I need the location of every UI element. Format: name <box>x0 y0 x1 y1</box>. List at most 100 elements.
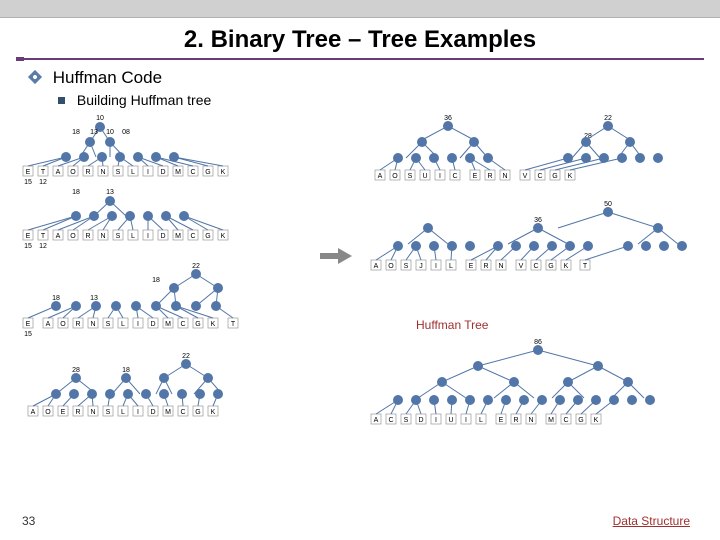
svg-text:I: I <box>439 173 441 180</box>
svg-text:O: O <box>388 263 394 270</box>
svg-text:S: S <box>408 173 413 180</box>
svg-text:10: 10 <box>106 129 114 136</box>
svg-text:A: A <box>374 263 379 270</box>
svg-text:M: M <box>165 409 171 416</box>
svg-text:K: K <box>211 321 216 328</box>
svg-text:V: V <box>519 263 524 270</box>
svg-text:A: A <box>374 417 379 424</box>
tree-stage-5: 3622 28 A O S U I C E R N V <box>368 114 698 196</box>
svg-text:I: I <box>465 417 467 424</box>
svg-text:18: 18 <box>52 295 60 302</box>
svg-text:I: I <box>137 409 139 416</box>
svg-text:S: S <box>404 417 409 424</box>
svg-text:E: E <box>499 417 504 424</box>
svg-text:L: L <box>479 417 483 424</box>
svg-text:S: S <box>116 169 121 176</box>
svg-text:12: 12 <box>39 243 47 250</box>
window-top-bar <box>0 0 720 18</box>
svg-text:O: O <box>45 409 51 416</box>
tree-stage-2: 13 18 E T A O R N S L I D M C G K <box>16 188 316 258</box>
svg-text:13: 13 <box>90 295 98 302</box>
svg-text:S: S <box>116 233 121 240</box>
svg-text:22: 22 <box>182 353 190 360</box>
svg-text:R: R <box>75 409 80 416</box>
svg-text:M: M <box>548 417 554 424</box>
svg-text:N: N <box>100 233 105 240</box>
svg-text:A: A <box>56 233 61 240</box>
slide-title: 2. Binary Tree – Tree Examples <box>0 18 720 58</box>
tree-stage-1: 10 1813 1008 E T A O R N S L I D M C <box>16 114 316 186</box>
svg-text:C: C <box>388 417 393 424</box>
svg-text:G: G <box>578 417 583 424</box>
svg-text:C: C <box>563 417 568 424</box>
svg-text:I: I <box>137 321 139 328</box>
svg-text:N: N <box>100 169 105 176</box>
huffman-tree-label: Huffman Tree <box>416 318 488 332</box>
svg-text:S: S <box>404 263 409 270</box>
svg-text:M: M <box>175 169 181 176</box>
svg-text:I: I <box>147 169 149 176</box>
section-heading: Huffman Code <box>30 68 690 88</box>
svg-text:K: K <box>221 169 226 176</box>
svg-text:12: 12 <box>39 179 47 186</box>
svg-text:S: S <box>106 321 111 328</box>
svg-text:E: E <box>469 263 474 270</box>
tree-stage-3: 22 18 1813 E A O R N S L I D M C G K <box>16 262 336 350</box>
svg-text:18: 18 <box>72 129 80 136</box>
svg-text:K: K <box>594 417 599 424</box>
title-underline <box>16 58 704 60</box>
subheading: Building Huffman tree <box>30 92 690 108</box>
svg-text:N: N <box>498 263 503 270</box>
svg-text:C: C <box>180 409 185 416</box>
flow-arrow-icon <box>316 244 356 268</box>
svg-text:E: E <box>26 321 31 328</box>
svg-text:D: D <box>160 233 165 240</box>
svg-text:L: L <box>121 409 125 416</box>
svg-text:C: C <box>452 173 457 180</box>
svg-text:G: G <box>205 233 210 240</box>
svg-text:86: 86 <box>534 339 542 346</box>
svg-text:I: I <box>147 233 149 240</box>
svg-text:L: L <box>131 233 135 240</box>
svg-text:T: T <box>231 321 236 328</box>
svg-text:K: K <box>221 233 226 240</box>
svg-text:C: C <box>190 169 195 176</box>
svg-text:G: G <box>195 409 200 416</box>
svg-text:C: C <box>533 263 538 270</box>
svg-text:10: 10 <box>96 115 104 122</box>
svg-text:D: D <box>150 409 155 416</box>
svg-text:15: 15 <box>24 331 32 338</box>
svg-text:13: 13 <box>106 189 114 196</box>
svg-text:22: 22 <box>192 263 200 270</box>
svg-text:36: 36 <box>444 115 452 122</box>
svg-text:G: G <box>195 321 200 328</box>
svg-text:C: C <box>537 173 542 180</box>
svg-text:A: A <box>378 173 383 180</box>
svg-text:D: D <box>418 417 423 424</box>
svg-text:I: I <box>435 417 437 424</box>
svg-text:A: A <box>56 169 61 176</box>
svg-text:E: E <box>61 409 66 416</box>
svg-text:R: R <box>85 169 90 176</box>
svg-text:K: K <box>564 263 569 270</box>
svg-text:M: M <box>165 321 171 328</box>
svg-text:15: 15 <box>24 179 32 186</box>
svg-text:N: N <box>90 409 95 416</box>
svg-text:E: E <box>473 173 478 180</box>
svg-text:50: 50 <box>604 201 612 208</box>
svg-text:T: T <box>41 169 46 176</box>
svg-text:28: 28 <box>72 367 80 374</box>
svg-text:18: 18 <box>152 277 160 284</box>
svg-text:N: N <box>528 417 533 424</box>
svg-text:A: A <box>46 321 51 328</box>
svg-text:O: O <box>392 173 398 180</box>
svg-text:R: R <box>75 321 80 328</box>
svg-text:T: T <box>583 263 588 270</box>
svg-text:C: C <box>180 321 185 328</box>
tree-stage-4: 22 2818 A O E R N S L I D M C G <box>16 352 316 440</box>
svg-text:N: N <box>502 173 507 180</box>
svg-text:R: R <box>483 263 488 270</box>
svg-text:E: E <box>26 169 31 176</box>
svg-text:A: A <box>31 409 36 416</box>
svg-text:O: O <box>70 169 76 176</box>
